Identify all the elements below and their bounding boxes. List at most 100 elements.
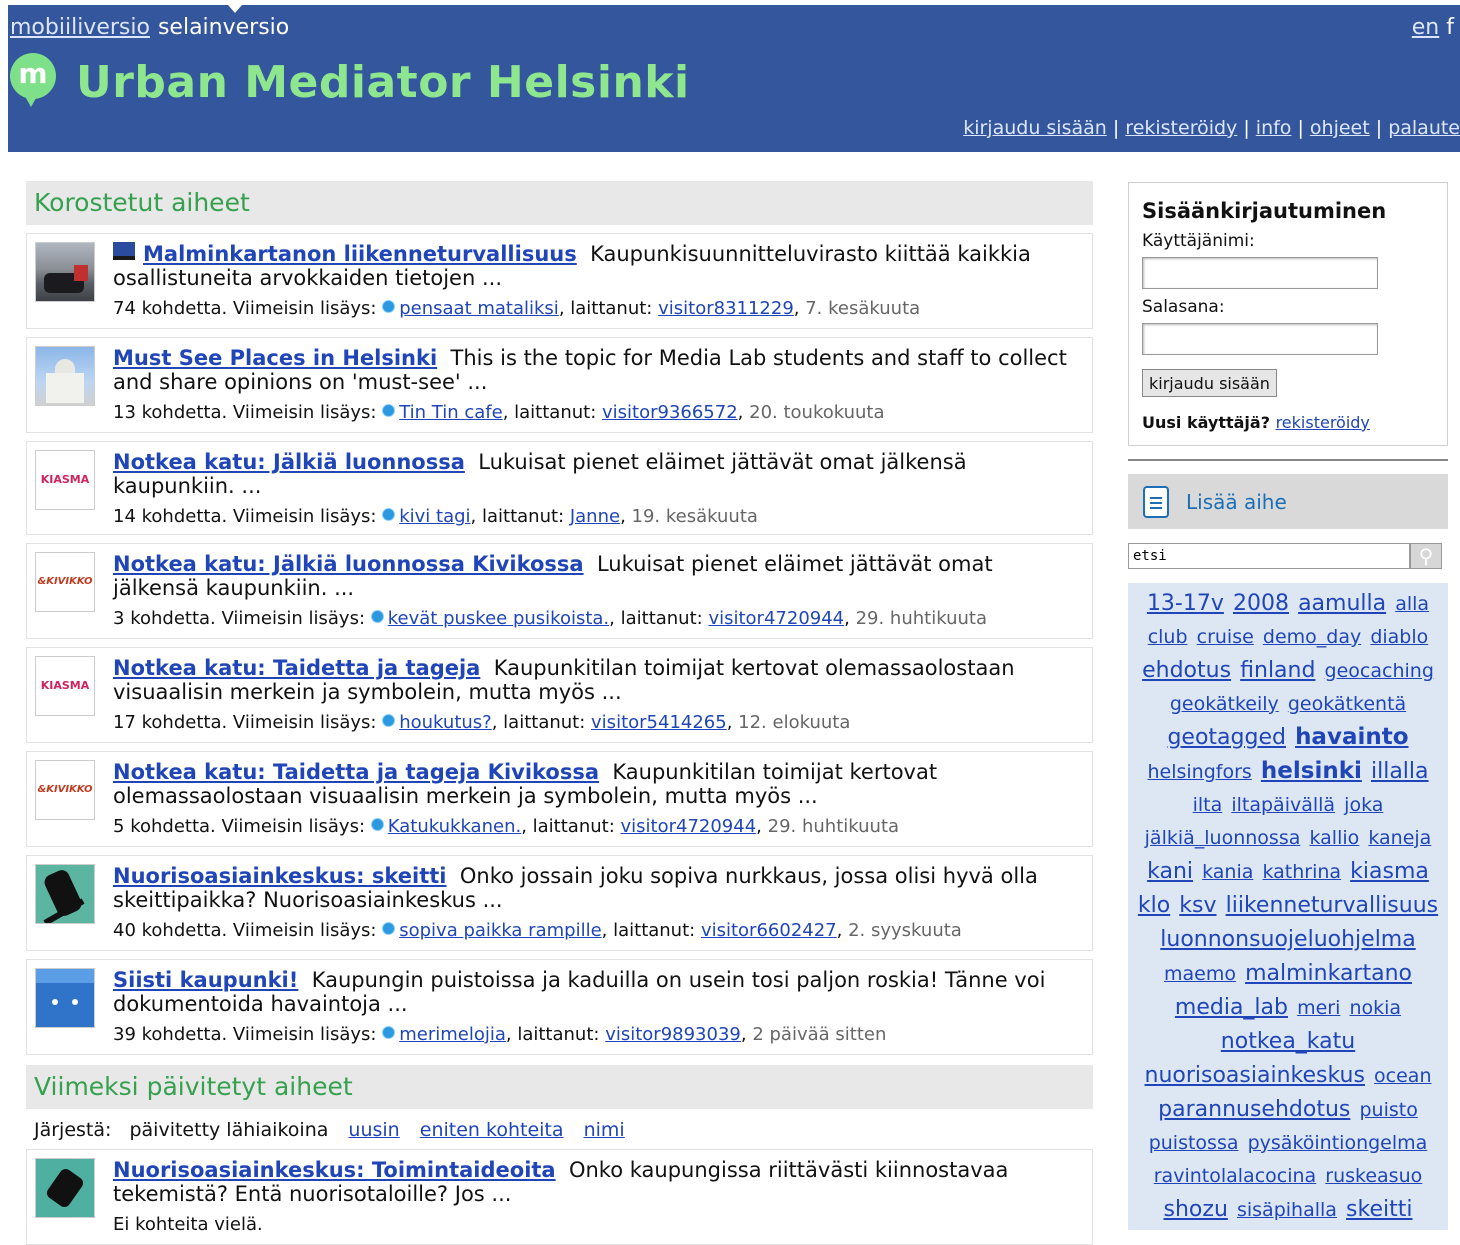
- tag-link[interactable]: geotagged: [1167, 725, 1286, 750]
- add-topic-link[interactable]: Lisää aihe: [1186, 490, 1287, 514]
- tag-link[interactable]: geokätkentä: [1288, 693, 1406, 715]
- tag-link[interactable]: kathrina: [1262, 861, 1341, 883]
- site-title[interactable]: Urban Mediator Helsinki: [76, 57, 690, 108]
- tag-link[interactable]: media_lab: [1175, 995, 1288, 1020]
- login-button[interactable]: kirjaudu sisään: [1142, 369, 1277, 397]
- topic-title[interactable]: Must See Places in Helsinki: [113, 346, 437, 370]
- tag-link[interactable]: demo_day: [1263, 626, 1361, 648]
- user-link[interactable]: Janne: [570, 506, 620, 527]
- user-link[interactable]: visitor9893039: [605, 1024, 741, 1045]
- topic-thumbnail-kiasma[interactable]: KIASMA: [35, 656, 95, 716]
- latest-item-link[interactable]: houkutus?: [399, 712, 492, 733]
- mobile-version-link[interactable]: mobiiliversio: [10, 15, 150, 40]
- tag-link[interactable]: geokätkeily: [1170, 693, 1279, 715]
- tag-link[interactable]: kallio: [1309, 827, 1359, 849]
- lang-fi-link[interactable]: f: [1446, 15, 1454, 40]
- user-link[interactable]: visitor9366572: [602, 402, 738, 423]
- username-input[interactable]: [1142, 257, 1378, 289]
- tag-link[interactable]: kani: [1147, 859, 1193, 884]
- topic-title[interactable]: Notkea katu: Taidetta ja tageja Kivikoss…: [113, 760, 599, 784]
- topic-title[interactable]: Nuorisoasiainkeskus: Toimintaideoita: [113, 1158, 556, 1182]
- tag-link[interactable]: sisäpihalla: [1237, 1199, 1337, 1221]
- tag-link[interactable]: kania: [1202, 861, 1253, 883]
- tag-link[interactable]: helsinki: [1261, 758, 1362, 784]
- add-topic-bar[interactable]: Lisää aihe: [1128, 474, 1448, 529]
- tag-link[interactable]: nokia: [1349, 997, 1401, 1019]
- sort-name-link[interactable]: nimi: [584, 1119, 625, 1141]
- topic-thumbnail-street[interactable]: [35, 242, 95, 302]
- topic-thumbnail-cathedral[interactable]: [35, 346, 95, 406]
- tag-link[interactable]: shozu: [1164, 1197, 1228, 1222]
- latest-item-link[interactable]: Tin Tin cafe: [399, 402, 502, 423]
- tag-link[interactable]: ocean: [1374, 1065, 1431, 1087]
- register-link[interactable]: rekisteröidy: [1276, 413, 1370, 432]
- nav-help[interactable]: ohjeet: [1310, 117, 1370, 139]
- tag-link[interactable]: finland: [1240, 658, 1315, 683]
- tag-link[interactable]: skeitti: [1346, 1197, 1412, 1222]
- topic-title[interactable]: Siisti kaupunki!: [113, 968, 298, 992]
- tag-link[interactable]: joka: [1344, 794, 1383, 816]
- tag-link[interactable]: 2008: [1233, 591, 1289, 616]
- tag-link[interactable]: illalla: [1371, 759, 1429, 784]
- topic-thumbnail-kivikko[interactable]: &KIVIKKO KIASMA: [35, 552, 95, 612]
- tag-link[interactable]: diablo: [1370, 626, 1428, 648]
- topic-thumbnail-kivikko[interactable]: &KIVIKKO KIASMA: [35, 760, 95, 820]
- latest-item-link[interactable]: pensaat mataliksi: [399, 298, 559, 319]
- tag-link[interactable]: geocaching: [1325, 660, 1434, 682]
- tag-link[interactable]: helsingfors: [1147, 761, 1251, 783]
- tag-link[interactable]: 13-17v: [1147, 591, 1224, 616]
- tag-link[interactable]: malminkartano: [1245, 961, 1412, 986]
- topic-title[interactable]: Malminkartanon liikenneturvallisuus: [143, 242, 577, 266]
- lang-en-link[interactable]: en: [1412, 15, 1439, 40]
- user-link[interactable]: visitor8311229: [658, 298, 794, 319]
- tag-link[interactable]: alla: [1395, 593, 1429, 615]
- latest-item-link[interactable]: kivi tagi: [399, 506, 470, 527]
- topic-thumbnail-kiasma[interactable]: KIASMA: [35, 450, 95, 510]
- tag-link[interactable]: nuorisoasiainkeskus: [1145, 1063, 1365, 1088]
- tag-link[interactable]: havainto: [1295, 724, 1408, 750]
- tag-link[interactable]: jälkiä_luonnossa: [1145, 827, 1301, 849]
- nav-login[interactable]: kirjaudu sisään: [963, 117, 1107, 139]
- sort-newest-link[interactable]: uusin: [348, 1119, 399, 1141]
- tag-link[interactable]: club: [1148, 626, 1188, 648]
- tag-link[interactable]: pysäköintiongelma: [1248, 1132, 1428, 1154]
- nav-info[interactable]: info: [1256, 117, 1292, 139]
- latest-item-link[interactable]: sopiva paikka rampille: [399, 920, 601, 941]
- user-link[interactable]: visitor4720944: [621, 816, 757, 837]
- tag-link[interactable]: meri: [1297, 997, 1340, 1019]
- tag-link[interactable]: puistossa: [1149, 1132, 1239, 1154]
- latest-item-link[interactable]: Katukukkanen.: [388, 816, 521, 837]
- tag-link[interactable]: kaneja: [1368, 827, 1431, 849]
- topic-title[interactable]: Nuorisoasiainkeskus: skeitti: [113, 864, 447, 888]
- search-input[interactable]: [1128, 543, 1410, 569]
- nav-feedback[interactable]: palaute: [1388, 117, 1460, 139]
- topic-thumbnail-jumper[interactable]: [35, 1158, 95, 1218]
- topic-title[interactable]: Notkea katu: Jälkiä luonnossa: [113, 450, 465, 474]
- topic-thumbnail-trash-bin[interactable]: [35, 968, 95, 1028]
- topic-thumbnail-skater[interactable]: [35, 864, 95, 924]
- tag-link[interactable]: ksv: [1179, 893, 1216, 918]
- latest-item-link[interactable]: merimelojia: [399, 1024, 506, 1045]
- tag-link[interactable]: ehdotus: [1142, 658, 1231, 683]
- tag-link[interactable]: puisto: [1359, 1099, 1417, 1121]
- tag-link[interactable]: liikenneturvallisuus: [1226, 893, 1439, 918]
- search-icon[interactable]: ⚲: [1410, 543, 1442, 569]
- tag-link[interactable]: ruskeasuo: [1325, 1165, 1422, 1187]
- sort-most-items-link[interactable]: eniten kohteita: [420, 1119, 564, 1141]
- topic-title[interactable]: Notkea katu: Taidetta ja tageja: [113, 656, 480, 680]
- tag-link[interactable]: maemo: [1164, 963, 1236, 985]
- tag-link[interactable]: aamulla: [1298, 591, 1386, 616]
- tag-link[interactable]: luonnonsuojeluohjelma: [1160, 927, 1415, 952]
- latest-item-link[interactable]: kevät puskee pusikoista.: [388, 608, 609, 629]
- nav-register[interactable]: rekisteröidy: [1125, 117, 1237, 139]
- tag-link[interactable]: ilta: [1193, 794, 1223, 816]
- user-link[interactable]: visitor5414265: [591, 712, 727, 733]
- tag-link[interactable]: kiasma: [1350, 859, 1429, 884]
- user-link[interactable]: visitor4720944: [708, 608, 844, 629]
- tag-link[interactable]: iltapäivällä: [1231, 794, 1335, 816]
- tag-link[interactable]: parannusehdotus: [1158, 1097, 1350, 1122]
- topic-title[interactable]: Notkea katu: Jälkiä luonnossa Kivikossa: [113, 552, 584, 576]
- tag-link[interactable]: klo: [1138, 893, 1170, 918]
- tag-link[interactable]: ravintolalacocina: [1154, 1165, 1316, 1187]
- password-input[interactable]: [1142, 323, 1378, 355]
